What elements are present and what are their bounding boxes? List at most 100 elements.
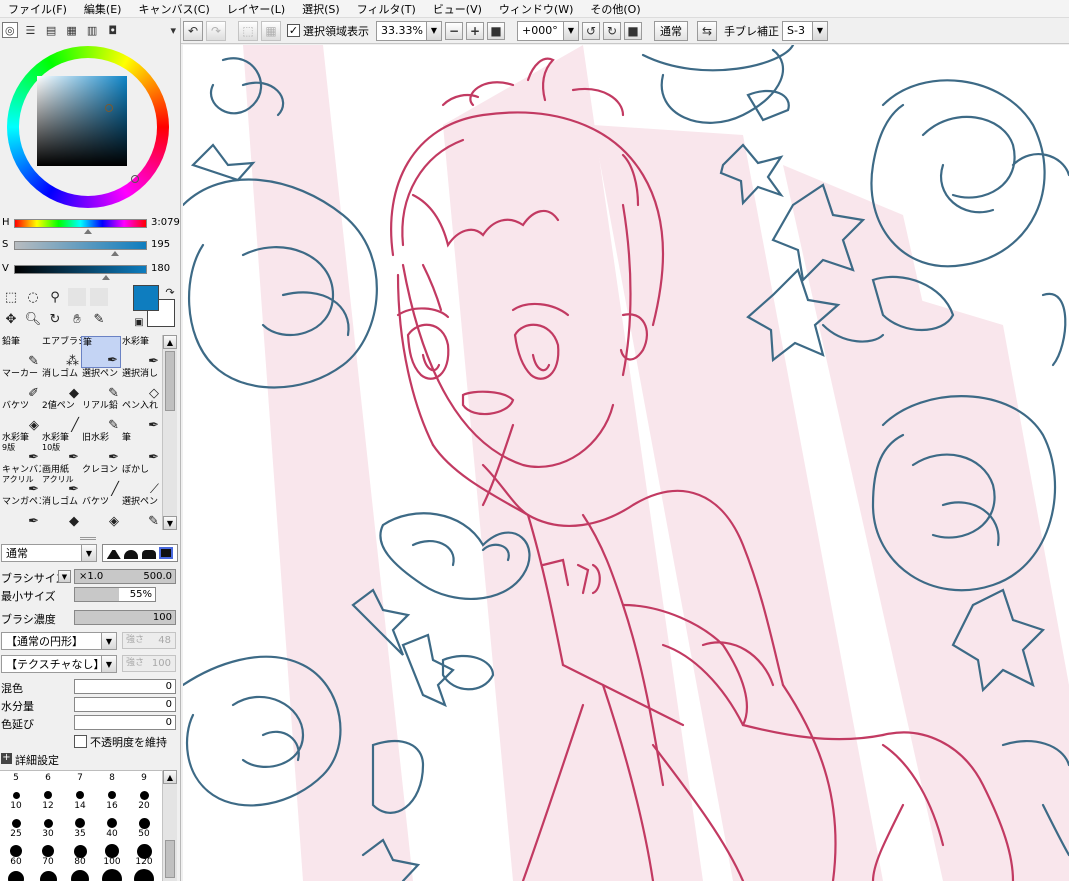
stretch-slider[interactable]: 0 xyxy=(74,715,176,730)
foreground-color-swatch[interactable] xyxy=(133,285,159,311)
brush-selpen[interactable]: 選択ペン ✎ xyxy=(81,368,121,400)
brush-airbrush[interactable]: エアブラシ ⁂ xyxy=(41,336,81,368)
menu-filter[interactable]: フィルタ(T) xyxy=(349,1,425,17)
brush-size-preset[interactable]: 14 xyxy=(64,801,96,831)
brush-inkpen[interactable]: ペン入れ ✒ xyxy=(121,400,161,432)
brush-paperacryl[interactable]: 画用紙 アクリル ✒ xyxy=(41,464,81,496)
menu-edit[interactable]: 編集(E) xyxy=(76,1,131,17)
brush-pencil[interactable]: 鉛筆 ✎ xyxy=(1,336,41,368)
brush-size-preset[interactable]: 10 xyxy=(0,801,32,831)
keep-opacity-checkbox[interactable] xyxy=(74,735,87,748)
brush-size-preset[interactable]: 35 xyxy=(64,829,96,859)
brush-size-slider[interactable]: ×1.0 500.0 xyxy=(74,569,176,584)
s-slider[interactable] xyxy=(14,241,147,250)
move-icon[interactable]: ✥ xyxy=(2,310,20,328)
swap-colors-icon[interactable]: ↷ xyxy=(161,283,179,301)
edge-hard-icon[interactable] xyxy=(141,550,156,559)
brush-watercolor[interactable]: 水彩筆 10版 ✒ xyxy=(41,432,81,464)
brush-selpen[interactable]: 選択ペン ✎ xyxy=(121,496,161,528)
brush-size-preset[interactable]: 70 xyxy=(32,857,64,881)
brush-size-preset[interactable]: 7 xyxy=(64,773,96,803)
brush-size-preset[interactable]: 50 xyxy=(128,829,160,859)
rotate-right-icon[interactable]: ↻ xyxy=(603,21,621,40)
eyedropper-icon[interactable]: ✎ xyxy=(90,310,108,328)
drawing-canvas[interactable] xyxy=(183,45,1069,881)
brush-seleraser[interactable]: 選択消し ◇ xyxy=(121,368,161,400)
menu-view[interactable]: ビュー(V) xyxy=(425,1,491,17)
brush-size-preset[interactable]: 120 xyxy=(128,857,160,881)
brush-size-preset[interactable]: 5 xyxy=(0,773,32,803)
menu-canvas[interactable]: キャンバス(C) xyxy=(130,1,218,17)
transparent-color-icon[interactable]: ▣ xyxy=(130,313,148,331)
undo-icon[interactable]: ↶ xyxy=(183,20,203,41)
invert-selection-icon[interactable]: ▦ xyxy=(261,20,281,41)
scroll-thumb[interactable] xyxy=(165,351,175,411)
zoom-out-icon[interactable]: − xyxy=(445,21,463,40)
brush-crayon[interactable]: クレヨン ╱ xyxy=(81,464,121,496)
size-scroll-up-icon[interactable]: ▲ xyxy=(163,770,177,784)
brush-shape-select[interactable]: 【通常の円形】 ▼ xyxy=(1,632,117,650)
water-slider[interactable]: 0 xyxy=(74,697,176,712)
menu-other[interactable]: その他(O) xyxy=(582,1,649,17)
saturation-value-box[interactable] xyxy=(37,76,127,166)
menu-layer[interactable]: レイヤー(L) xyxy=(219,1,294,17)
brush-eraser[interactable]: 消しゴム ◆ xyxy=(41,496,81,528)
brush-binarypen[interactable]: 2値ペン ╱ xyxy=(41,400,81,432)
brush-texture-select[interactable]: 【テクスチャなし】 ▼ xyxy=(1,655,117,673)
edge-medium-icon[interactable] xyxy=(124,550,139,559)
redo-icon[interactable]: ↷ xyxy=(206,20,226,41)
brush-watercolor[interactable]: 水彩筆 ✒ xyxy=(121,336,161,368)
zoom-select[interactable]: 33.33% ▼ xyxy=(376,20,442,41)
brush-size-preset[interactable]: 8 xyxy=(96,773,128,803)
rgb-slider-tab-icon[interactable]: ☰ xyxy=(23,22,39,38)
brush-mode-select[interactable]: 通常 ▼ xyxy=(1,544,97,562)
rotation-select[interactable]: +000° ▼ xyxy=(517,20,579,41)
brush-size-preset[interactable]: 6 xyxy=(32,773,64,803)
edge-square-icon[interactable] xyxy=(159,547,174,559)
flip-horizontal-icon[interactable]: ⇆ xyxy=(697,20,717,41)
brush-size-preset[interactable]: 30 xyxy=(32,829,64,859)
min-size-slider[interactable]: 55% xyxy=(74,587,156,602)
expand-plus-icon[interactable]: + xyxy=(1,753,12,764)
density-slider[interactable]: 100 xyxy=(74,610,176,625)
brush-eraser[interactable]: 消しゴム ◆ xyxy=(41,368,81,400)
panel-menu-icon[interactable]: ▾ xyxy=(165,22,180,38)
zoom-reset-icon[interactable]: ■ xyxy=(487,21,505,40)
brush-size-preset[interactable]: 12 xyxy=(32,801,64,831)
zoom-in-icon[interactable]: + xyxy=(466,21,484,40)
brush-brush[interactable]: 筆 ✒ xyxy=(81,336,121,368)
brush-brush[interactable]: 筆 ✒ xyxy=(121,432,161,464)
brush-size-preset[interactable]: 25 xyxy=(0,829,32,859)
brush-bucket[interactable]: バケツ ◈ xyxy=(1,400,41,432)
scroll-up-icon[interactable]: ▲ xyxy=(163,335,177,349)
hsv-slider-tab-icon[interactable]: ▤ xyxy=(43,22,59,38)
hand-icon[interactable]: ✋︎ xyxy=(68,310,86,328)
brush-size-preset[interactable]: 40 xyxy=(96,829,128,859)
panel-splitter[interactable] xyxy=(80,537,96,540)
v-slider[interactable] xyxy=(14,265,147,274)
menu-window[interactable]: ウィンドウ(W) xyxy=(491,1,582,17)
size-scroll-thumb[interactable] xyxy=(165,840,175,878)
brush-grid-scrollbar[interactable]: ▲ ▼ xyxy=(162,335,177,530)
brush-canvasacryl[interactable]: キャンバスアクリル✒ xyxy=(1,464,41,496)
swatch-tab-icon[interactable]: ▥ xyxy=(84,22,100,38)
color-wheel-tab-icon[interactable]: ◎ xyxy=(2,22,18,38)
brush-oldwater[interactable]: 旧水彩 ✒ xyxy=(81,432,121,464)
rect-select-icon[interactable]: ⬚ xyxy=(2,288,20,306)
selection-display-checkbox[interactable]: ✓ xyxy=(287,24,300,37)
brush-realpencil[interactable]: リアル鉛 ✎ xyxy=(81,400,121,432)
blend-slider[interactable]: 0 xyxy=(74,679,176,694)
size-presets-scrollbar[interactable]: ▲ xyxy=(162,770,177,881)
h-slider[interactable] xyxy=(14,219,147,228)
brush-size-preset[interactable]: 9 xyxy=(128,773,160,803)
s-slider-handle[interactable] xyxy=(111,251,119,256)
brush-size-preset[interactable]: 16 xyxy=(96,801,128,831)
brush-bucket[interactable]: バケツ ◈ xyxy=(81,496,121,528)
brush-size-preset[interactable]: 60 xyxy=(0,857,32,881)
menu-select[interactable]: 選択(S) xyxy=(294,1,349,17)
brush-size-preset[interactable]: 20 xyxy=(128,801,160,831)
brush-marker[interactable]: マーカー ✐ xyxy=(1,368,41,400)
brush-size-preset[interactable]: 80 xyxy=(64,857,96,881)
brush-size-preset[interactable]: 100 xyxy=(96,857,128,881)
stabilizer-select[interactable]: S-3 ▼ xyxy=(782,20,828,41)
